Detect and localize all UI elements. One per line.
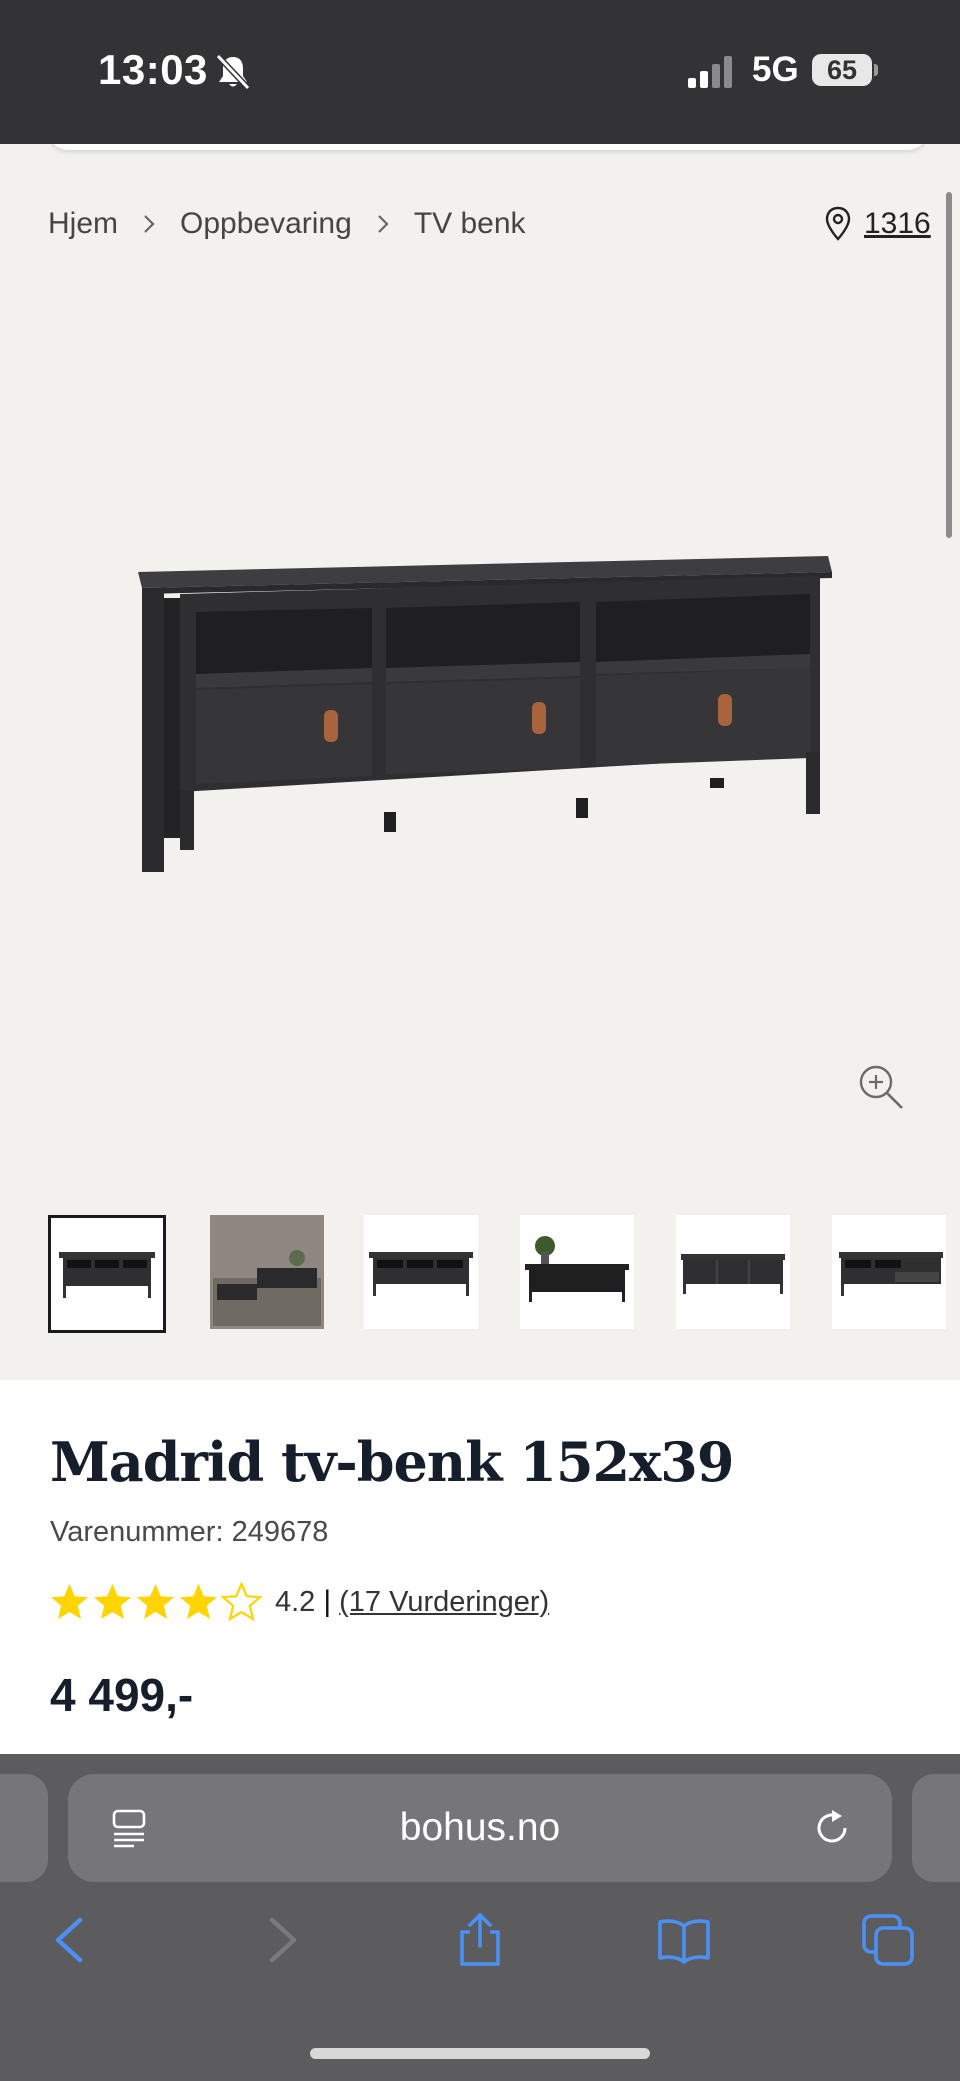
thumbnail-3[interactable] (364, 1215, 478, 1329)
battery-indicator: 65 (812, 54, 872, 86)
thumbnail-image (213, 1218, 321, 1326)
star-filled-icon (137, 1584, 174, 1619)
forward-icon (269, 1917, 297, 1963)
location-pin-icon (825, 206, 851, 241)
chevron-right-icon (352, 213, 414, 235)
bell-muted-icon (215, 53, 251, 91)
thumbnail-strip[interactable] (48, 1215, 960, 1333)
address-bar[interactable]: bohus.no (68, 1774, 892, 1882)
scrollbar[interactable] (946, 192, 952, 538)
network-type: 5G (752, 50, 799, 89)
back-icon[interactable] (44, 1912, 100, 1968)
browser-toolbar: bohus.no (0, 1754, 960, 2081)
rating-value: 4.2 (275, 1585, 316, 1618)
store-selector[interactable]: 1316 (824, 202, 931, 246)
next-tab-preview[interactable] (912, 1774, 960, 1882)
breadcrumb-tv-benk[interactable]: TV benk (414, 207, 526, 241)
header-edge (48, 144, 928, 150)
thumbnail-image (839, 1252, 943, 1296)
tabs-icon[interactable] (860, 1912, 916, 1968)
thumbnail-1[interactable] (48, 1215, 166, 1333)
rating-stars (48, 1582, 263, 1622)
store-number[interactable]: 1316 (864, 207, 931, 241)
cellular-signal-icon (688, 56, 732, 88)
star-filled-icon (180, 1584, 217, 1619)
star-filled-icon (94, 1584, 131, 1619)
thumbnail-image (59, 1252, 155, 1298)
thumbnail-image (369, 1252, 473, 1296)
home-indicator[interactable] (310, 2048, 650, 2059)
battery-tip (874, 64, 878, 76)
thumbnail-5[interactable] (676, 1215, 790, 1329)
thumbnail-6[interactable] (832, 1215, 946, 1329)
product-info-panel: Madrid tv-benk 152x39 Varenummer: 249678… (0, 1380, 960, 1754)
bookmarks-icon[interactable] (656, 1912, 712, 1968)
thumbnail-image (681, 1254, 785, 1294)
url-text[interactable]: bohus.no (68, 1806, 892, 1850)
star-empty-icon (220, 1582, 263, 1622)
previous-tab-preview[interactable] (0, 1774, 48, 1882)
status-bar: 13:03 5G 65 (0, 0, 960, 144)
product-sku: Varenummer: 249678 (50, 1516, 329, 1548)
product-image[interactable] (120, 554, 840, 894)
breadcrumb-oppbevaring[interactable]: Oppbevaring (180, 207, 352, 241)
reviews-link[interactable]: (17 Vurderinger) (339, 1586, 549, 1619)
share-icon[interactable] (452, 1912, 508, 1968)
star-filled-icon (51, 1584, 88, 1619)
breadcrumb: Hjem Oppbevaring TV benk (48, 202, 526, 246)
breadcrumb-home[interactable]: Hjem (48, 207, 118, 241)
thumbnail-2[interactable] (210, 1215, 324, 1329)
product-price: 4 499,- (50, 1669, 194, 1721)
thumbnail-image (525, 1236, 629, 1302)
status-time: 13:03 (98, 46, 208, 93)
reload-icon[interactable] (812, 1808, 854, 1850)
chevron-right-icon (118, 213, 180, 235)
rating-separator: | (323, 1585, 332, 1618)
zoom-in-icon[interactable] (856, 1062, 906, 1112)
page-content[interactable]: Hjem Oppbevaring TV benk 1316 Madrid tv-… (0, 144, 960, 1754)
product-title: Madrid tv-benk 152x39 (50, 1430, 734, 1494)
rating-row: 4.2 | (17 Vurderinger) (48, 1578, 549, 1626)
thumbnail-4[interactable] (520, 1215, 634, 1329)
